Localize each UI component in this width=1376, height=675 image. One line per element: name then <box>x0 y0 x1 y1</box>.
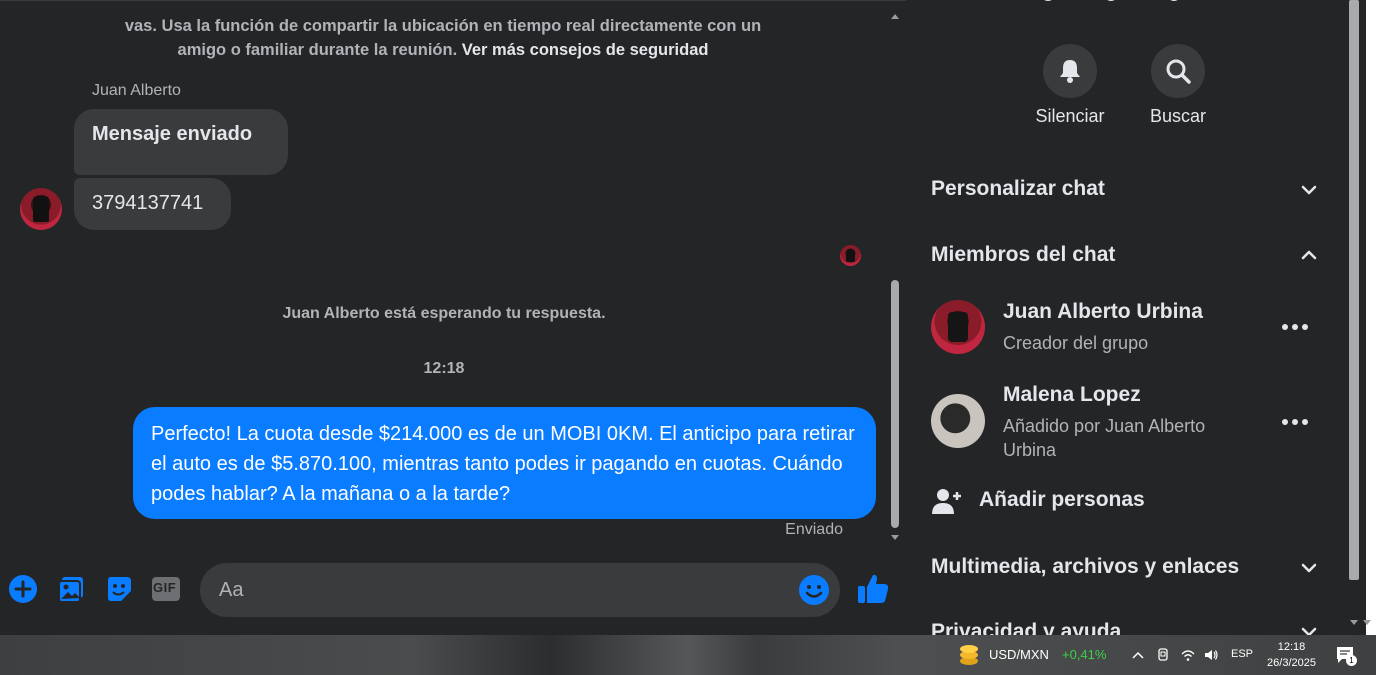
clock[interactable]: 12:18 26/3/2025 <box>1264 639 1319 671</box>
member-role: Creador del grupo <box>1003 333 1149 353</box>
safety-link[interactable]: Ver más consejos de seguridad <box>462 41 709 59</box>
language-indicator[interactable]: ESP <box>1231 648 1253 660</box>
message-input-placeholder: Aa <box>219 579 244 601</box>
member-role: Añadido por Juan Alberto Urbina <box>1003 416 1206 460</box>
member-name[interactable]: Juan Alberto Urbina <box>1003 300 1203 324</box>
customize-chat-section[interactable]: Personalizar chat <box>931 177 1105 201</box>
search-button[interactable] <box>1151 44 1205 98</box>
read-receipt-avatar <box>840 245 861 266</box>
device-icon[interactable] <box>1155 647 1171 663</box>
scrollbar-thumb[interactable] <box>891 280 899 528</box>
privacy-section[interactable]: Privacidad y ayuda <box>931 620 1121 635</box>
clock-date: 26/3/2025 <box>1267 657 1316 669</box>
sender-name: Juan Alberto <box>92 82 181 99</box>
composer: GIF Aa <box>0 555 906 625</box>
coins-icon[interactable] <box>958 643 980 667</box>
chat-scrollbar[interactable] <box>888 8 902 544</box>
message-bubble[interactable]: 3794137741 <box>74 178 231 230</box>
more-options-icon[interactable] <box>1280 322 1310 332</box>
search-icon <box>1166 59 1191 84</box>
search-label: Buscar <box>1149 106 1207 126</box>
taskbar: USD/MXN +0,41% ESP 12:18 26/3/2025 1 <box>0 635 1376 675</box>
header-fragment-icon <box>1044 0 1178 1</box>
member-name[interactable]: Malena Lopez <box>1003 383 1141 407</box>
plus-icon[interactable] <box>7 573 39 605</box>
message-bubble[interactable]: Mensaje enviado <box>74 109 288 175</box>
chevron-down-icon[interactable] <box>1299 180 1319 200</box>
avatar[interactable] <box>20 188 62 230</box>
member-avatar[interactable] <box>931 394 985 448</box>
notification-count: 1 <box>1346 655 1357 666</box>
add-person-icon[interactable] <box>931 486 963 518</box>
scroll-up-arrow-icon[interactable] <box>891 14 899 19</box>
clock-time: 12:18 <box>1277 641 1306 653</box>
mute-label: Silenciar <box>1035 106 1105 126</box>
waiting-notice: Juan Alberto está esperando tu respuesta… <box>282 305 606 322</box>
safety-notice: vas. Usa la función de compartir la ubic… <box>100 14 786 62</box>
message-list[interactable]: vas. Usa la función de compartir la ubic… <box>0 8 888 548</box>
scroll-down-arrow-icon[interactable] <box>1363 620 1371 625</box>
member-avatar[interactable] <box>931 300 985 354</box>
sent-status: Enviado <box>785 521 843 538</box>
like-icon[interactable] <box>855 571 891 607</box>
gif-label: GIF <box>153 580 177 595</box>
more-options-icon[interactable] <box>1280 417 1310 427</box>
volume-icon[interactable] <box>1203 647 1219 663</box>
sticker-icon[interactable] <box>103 573 135 605</box>
notification-icon[interactable]: 1 <box>1334 644 1357 666</box>
mute-button[interactable] <box>1043 44 1097 98</box>
gif-icon[interactable]: GIF <box>150 573 182 605</box>
chevron-down-icon[interactable] <box>1299 558 1319 578</box>
timestamp: 12:18 <box>423 360 465 377</box>
divider <box>0 0 906 1</box>
chevron-up-icon[interactable] <box>1130 647 1146 663</box>
chevron-up-icon[interactable] <box>1299 245 1319 265</box>
currency-pair[interactable]: USD/MXN <box>989 647 1049 662</box>
page-scrollbar-thumb[interactable] <box>1349 0 1359 580</box>
chat-pane: vas. Usa la función de compartir la ubic… <box>0 0 906 635</box>
currency-change: +0,41% <box>1062 647 1107 662</box>
chat-members-section[interactable]: Miembros del chat <box>931 243 1115 267</box>
chat-info-panel: Silenciar Buscar Personalizar chat Miemb… <box>906 0 1346 635</box>
message-input[interactable]: Aa <box>200 563 840 617</box>
image-icon[interactable] <box>55 573 87 605</box>
wifi-icon[interactable] <box>1180 647 1196 663</box>
chevron-down-icon[interactable] <box>1299 622 1319 635</box>
add-people-button[interactable]: Añadir personas <box>979 488 1145 512</box>
bell-icon <box>1060 60 1080 83</box>
scroll-down-arrow-icon[interactable] <box>1350 620 1358 625</box>
scroll-down-arrow-icon[interactable] <box>891 535 899 540</box>
emoji-icon[interactable] <box>798 574 830 606</box>
media-section[interactable]: Multimedia, archivos y enlaces <box>931 555 1239 579</box>
outgoing-message-bubble[interactable]: Perfecto! La cuota desde $214.000 es de … <box>133 407 876 519</box>
page-scrollbar-track[interactable] <box>1366 0 1376 635</box>
